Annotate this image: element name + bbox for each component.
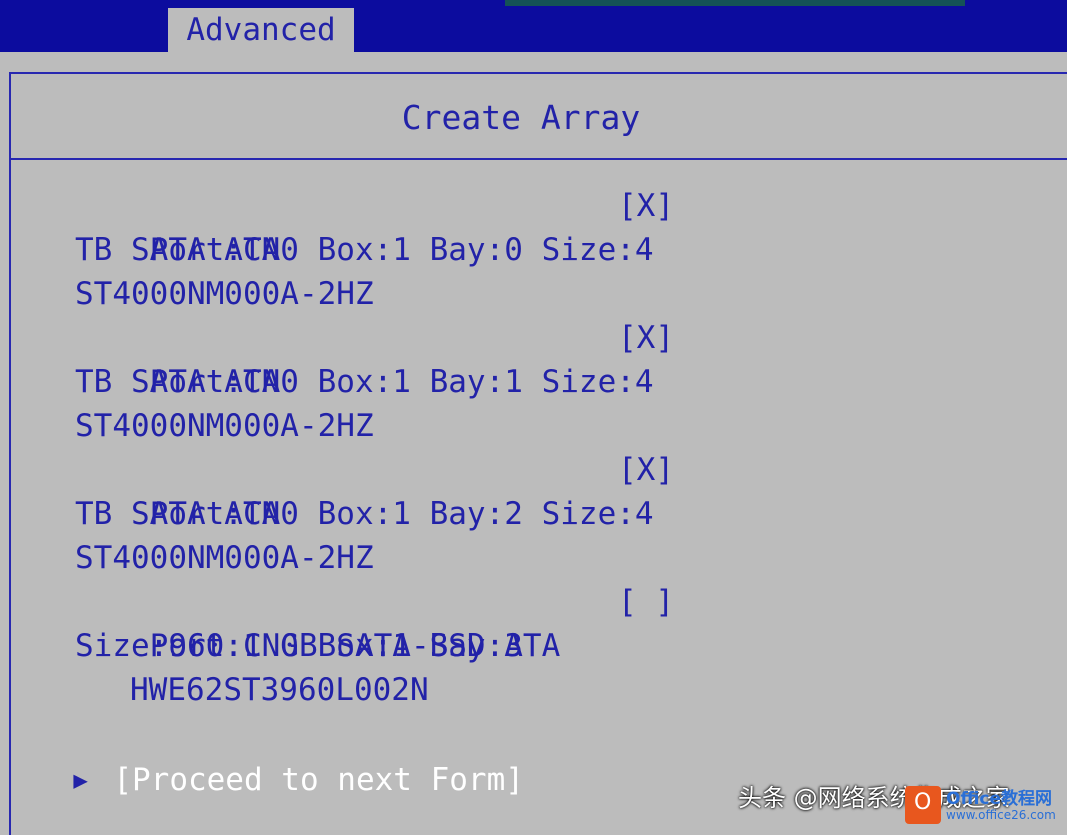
drive-checkbox[interactable]: [X] (618, 184, 674, 228)
tab-advanced[interactable]: Advanced (168, 8, 354, 52)
drive-checkbox[interactable]: [ ] (618, 580, 674, 624)
drive-row-bay-0[interactable]: Port:CN0 Box:1 Bay:0 Size:4 [X] (75, 184, 775, 268)
drive-model-line: ST4000NM000A-2HZ (75, 408, 374, 444)
drive-model-line: ST4000NM000A-2HZ (75, 276, 374, 312)
proceed-row[interactable]: ▶ [Proceed to next Form] (36, 714, 524, 798)
drive-model-line: HWE62ST3960L002N (130, 672, 429, 708)
panel-title: Create Array (401, 98, 641, 137)
drive-checkbox[interactable]: [X] (618, 448, 674, 492)
drive-port-line: Port:CN0 Box:1 Bay:2 Size:4 (149, 496, 654, 532)
drive-row-bay-3[interactable]: Port:CN0 Box:1 Bay:3 [ ] (75, 580, 775, 664)
drive-model-line: ST4000NM000A-2HZ (75, 540, 374, 576)
top-bar-fragment (505, 0, 965, 6)
drive-port-line: Port:CN0 Box:1 Bay:1 Size:4 (149, 364, 654, 400)
top-menu-bar (0, 0, 1067, 52)
drive-port-line: Port:CN0 Box:1 Bay:3 (149, 628, 523, 664)
proceed-next-form-link[interactable]: [Proceed to next Form] (113, 762, 524, 798)
drive-port-line: Port:CN0 Box:1 Bay:0 Size:4 (149, 232, 654, 268)
watermark-site: Office教程网 (946, 789, 1053, 809)
drive-checkbox[interactable]: [X] (618, 316, 674, 360)
selection-arrow-icon: ▶ (73, 766, 88, 794)
office-logo-letter: O (914, 790, 932, 815)
office-logo-icon: O (905, 786, 941, 824)
drive-list: Port:CN0 Box:1 Bay:0 Size:4 [X] TB SATA … (75, 184, 775, 712)
drive-row-bay-1[interactable]: Port:CN0 Box:1 Bay:1 Size:4 [X] (75, 316, 775, 400)
drive-row-bay-2[interactable]: Port:CN0 Box:1 Bay:2 Size:4 [X] (75, 448, 775, 532)
title-separator (11, 158, 1067, 160)
watermark-url: www.office26.com (946, 808, 1056, 822)
